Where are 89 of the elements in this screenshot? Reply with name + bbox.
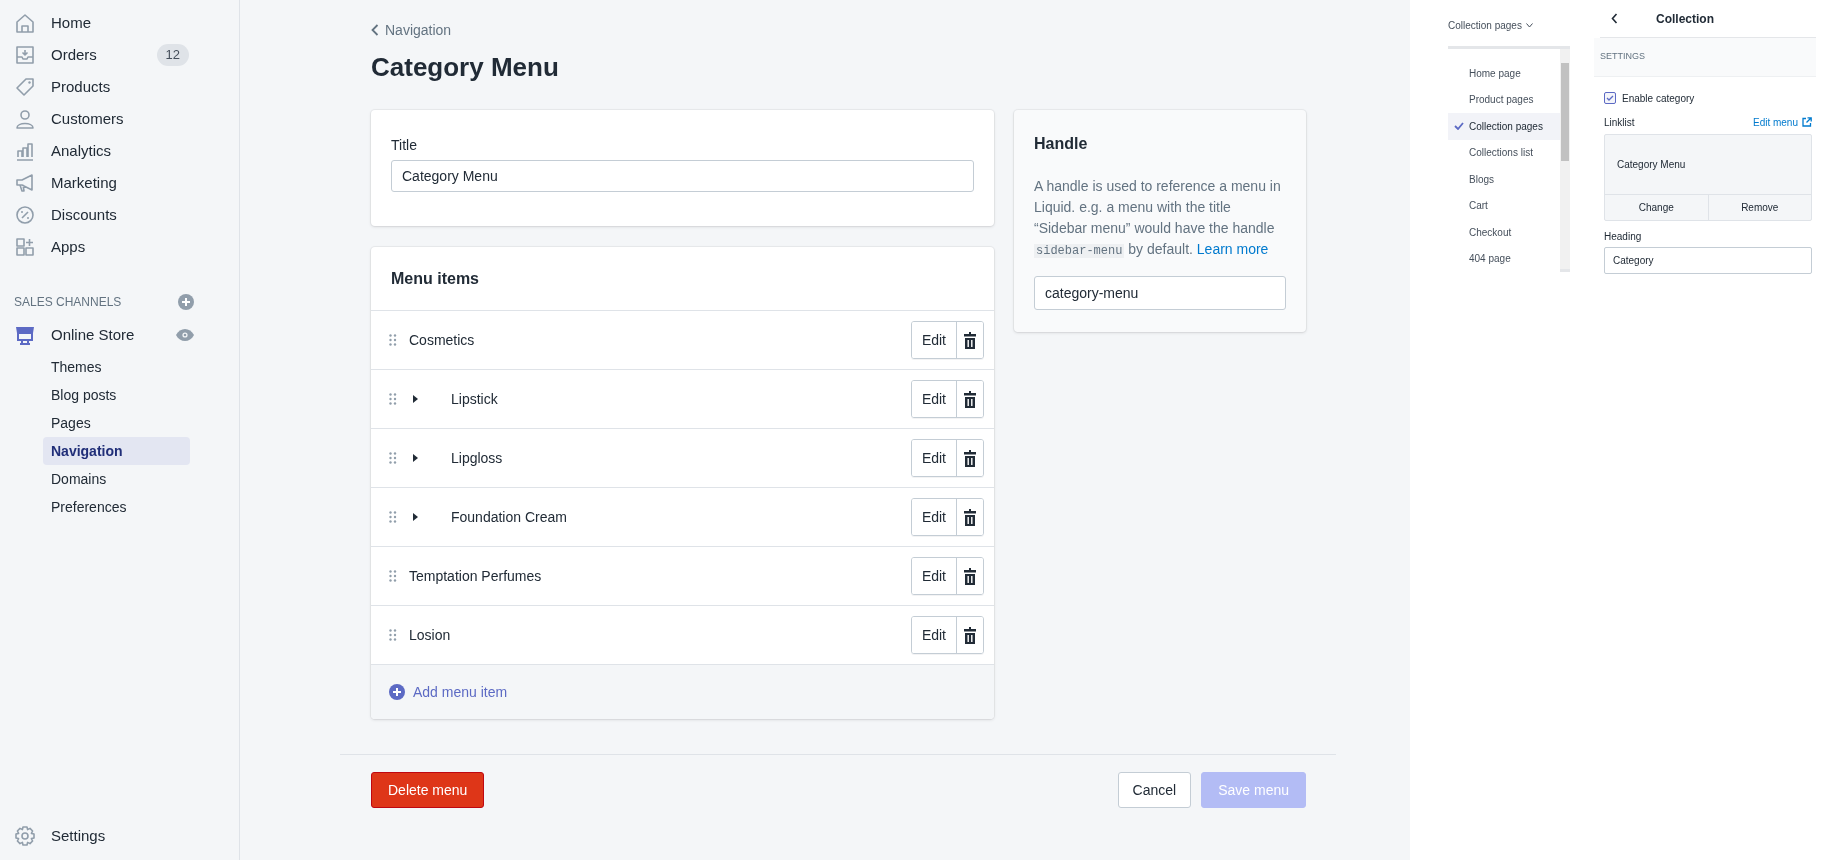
drag-handle-icon bbox=[389, 334, 397, 346]
template-dropdown[interactable]: Collection pages bbox=[1448, 16, 1533, 34]
title-input[interactable]: Category Menu bbox=[391, 160, 974, 192]
menu-item-label: Foundation Cream bbox=[451, 507, 568, 527]
caret-right-icon[interactable] bbox=[411, 395, 419, 403]
drag-handle-icon bbox=[389, 393, 397, 405]
nav-item[interactable]: Online Store bbox=[14, 323, 176, 347]
field-label: Linklist bbox=[1604, 115, 1635, 130]
panel-title: Collection bbox=[1656, 10, 1714, 28]
edit-button[interactable]: Edit bbox=[911, 381, 957, 417]
page-title: Category Menu bbox=[371, 51, 559, 83]
handle-description: A handle is used to reference a menu in Liquid. e.g. a menu with the title “Sidebar menu” would have the handle sidebar-menu by default. Learn more bbox=[1034, 177, 1282, 260]
trash-icon bbox=[963, 626, 977, 644]
template-option[interactable]: Collection pages bbox=[1448, 113, 1560, 140]
discount-icon bbox=[14, 204, 36, 226]
checkbox[interactable] bbox=[1604, 92, 1616, 104]
nav-subitem[interactable]: Domains bbox=[43, 465, 190, 493]
heading-input[interactable]: Category bbox=[1604, 247, 1812, 274]
menu-item-label: Losion bbox=[409, 625, 452, 645]
edit-button[interactable]: Edit bbox=[911, 558, 957, 594]
trash-icon bbox=[963, 390, 977, 408]
eye-icon bbox=[176, 329, 194, 341]
drag-handle-icon bbox=[389, 629, 397, 641]
person-icon bbox=[14, 108, 36, 130]
handle-input[interactable]: category-menu bbox=[1034, 276, 1286, 310]
megaphone-icon bbox=[14, 172, 36, 194]
nav-item[interactable]: Apps bbox=[0, 231, 239, 263]
nav-subitem[interactable]: Blog posts bbox=[43, 381, 190, 409]
edit-button[interactable]: Edit bbox=[911, 440, 957, 476]
drag-handle-icon bbox=[389, 452, 397, 464]
trash-icon bbox=[963, 449, 977, 467]
edit-button[interactable]: Edit bbox=[911, 617, 957, 653]
menu-item-label: Lipgloss bbox=[451, 448, 504, 468]
apps-icon bbox=[14, 236, 36, 258]
field-label: Heading bbox=[1604, 230, 1642, 244]
edit-menu-link[interactable]: Edit menu bbox=[1752, 114, 1812, 130]
nav-subitem[interactable]: Preferences bbox=[43, 493, 190, 521]
edit-button[interactable]: Edit bbox=[911, 322, 957, 358]
nav-subitem[interactable]: Navigation bbox=[43, 437, 190, 465]
nav-item[interactable]: Orders 12 bbox=[0, 39, 239, 71]
edit-button[interactable]: Edit bbox=[911, 499, 957, 535]
scrollbar[interactable] bbox=[1560, 49, 1570, 269]
change-button[interactable]: Change bbox=[1605, 195, 1709, 220]
cancel-button[interactable]: Cancel bbox=[1117, 772, 1192, 808]
chevron-left-icon bbox=[1610, 13, 1618, 24]
add-icon bbox=[389, 684, 405, 700]
check-icon bbox=[1453, 122, 1464, 131]
gear-icon bbox=[14, 825, 36, 847]
trash-icon bbox=[963, 331, 977, 349]
trash-icon bbox=[963, 567, 977, 585]
card-heading: Menu items bbox=[391, 268, 479, 289]
drag-handle-icon bbox=[389, 511, 397, 523]
learn-more-link[interactable]: Learn more bbox=[1196, 241, 1269, 257]
back-link[interactable]: Navigation bbox=[371, 20, 452, 40]
nav-item[interactable]: Customers bbox=[0, 103, 239, 135]
count-badge: 12 bbox=[156, 44, 189, 66]
field-label: Title bbox=[391, 136, 417, 154]
chevron-down-icon bbox=[1525, 22, 1533, 28]
nav-subitem[interactable]: Pages bbox=[43, 409, 190, 437]
bar-chart-icon bbox=[14, 140, 36, 162]
nav-item[interactable]: Analytics bbox=[0, 135, 239, 167]
section-heading: SALES CHANNELS bbox=[14, 294, 122, 311]
nav-item[interactable]: Marketing bbox=[0, 167, 239, 199]
trash-icon bbox=[963, 508, 977, 526]
add-menu-item-link[interactable]: Add menu item bbox=[389, 681, 508, 703]
chevron-left-icon bbox=[371, 24, 379, 36]
settings-link[interactable]: Settings bbox=[0, 820, 239, 852]
menu-item-label: Temptation Perfumes bbox=[409, 566, 543, 586]
delete-menu-button[interactable]: Delete menu bbox=[371, 772, 485, 808]
caret-right-icon[interactable] bbox=[411, 513, 419, 521]
section-heading: SETTINGS bbox=[1600, 50, 1645, 64]
inbox-icon bbox=[14, 44, 36, 66]
nav-item[interactable]: Products bbox=[0, 71, 239, 103]
tag-icon bbox=[14, 76, 36, 98]
linklist-value: Category Menu bbox=[1617, 158, 1686, 172]
nav-subitem[interactable]: Themes bbox=[43, 353, 190, 381]
house-icon bbox=[14, 12, 36, 34]
nav-item[interactable]: Home bbox=[0, 7, 239, 39]
menu-item-label: Lipstick bbox=[451, 389, 499, 409]
caret-right-icon[interactable] bbox=[411, 454, 419, 462]
menu-item-label: Cosmetics bbox=[409, 330, 476, 350]
card-heading: Handle bbox=[1034, 134, 1088, 154]
remove-button[interactable]: Remove bbox=[1708, 195, 1811, 220]
nav-item[interactable]: Discounts bbox=[0, 199, 239, 231]
add-icon bbox=[178, 294, 194, 310]
external-link-icon bbox=[1802, 117, 1812, 127]
drag-handle-icon bbox=[389, 570, 397, 582]
checkbox-label: Enable category bbox=[1622, 91, 1695, 106]
check-icon bbox=[1606, 95, 1614, 101]
